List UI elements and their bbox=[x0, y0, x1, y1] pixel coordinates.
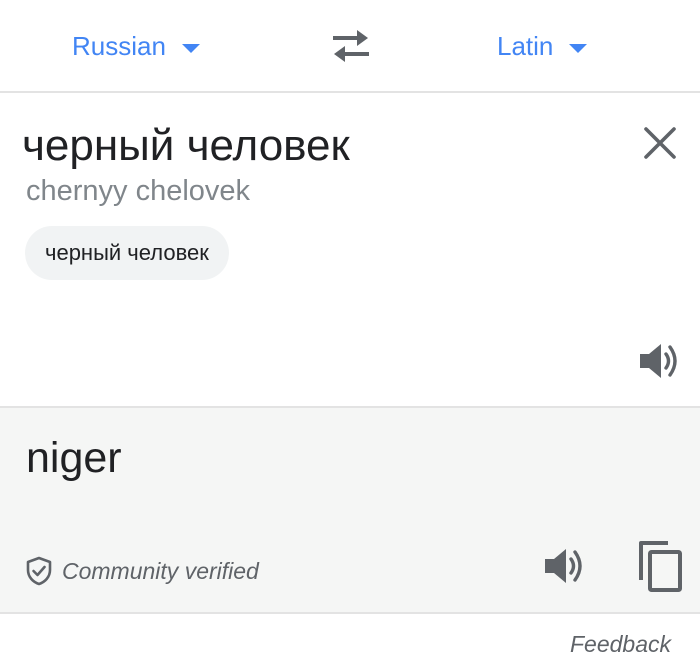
source-text[interactable]: черный человек bbox=[22, 121, 350, 171]
feedback-link[interactable]: Feedback bbox=[570, 631, 671, 658]
transliteration-text: chernyy chelovek bbox=[26, 175, 251, 207]
swap-languages-button[interactable] bbox=[326, 24, 376, 68]
source-panel: черный человек chernyy chelovek черный ч… bbox=[0, 93, 700, 408]
suggestion-chip[interactable]: черный человек bbox=[25, 226, 229, 280]
swap-arrows-icon bbox=[333, 30, 369, 62]
community-verified-label: Community verified bbox=[62, 557, 259, 584]
listen-translation-button[interactable] bbox=[542, 546, 588, 586]
target-language-button[interactable]: Latin bbox=[497, 26, 588, 66]
listen-source-button[interactable] bbox=[637, 341, 683, 381]
translation-result-panel: niger Community verified bbox=[0, 408, 700, 614]
close-icon bbox=[644, 127, 676, 159]
community-verified-badge: Community verified bbox=[26, 556, 259, 586]
target-language-label: Latin bbox=[497, 30, 554, 61]
speaker-icon bbox=[640, 344, 677, 378]
speaker-icon bbox=[545, 549, 582, 583]
language-bar: Russian Latin bbox=[0, 0, 700, 93]
copy-icon bbox=[639, 541, 682, 592]
translation-text: niger bbox=[26, 434, 122, 482]
caret-down-icon bbox=[569, 43, 588, 53]
copy-translation-button[interactable] bbox=[636, 538, 684, 594]
caret-down-icon bbox=[181, 43, 200, 53]
shield-check-icon bbox=[26, 556, 52, 586]
source-language-label: Russian bbox=[72, 30, 166, 61]
source-language-button[interactable]: Russian bbox=[72, 26, 200, 66]
clear-text-button[interactable] bbox=[641, 124, 679, 162]
